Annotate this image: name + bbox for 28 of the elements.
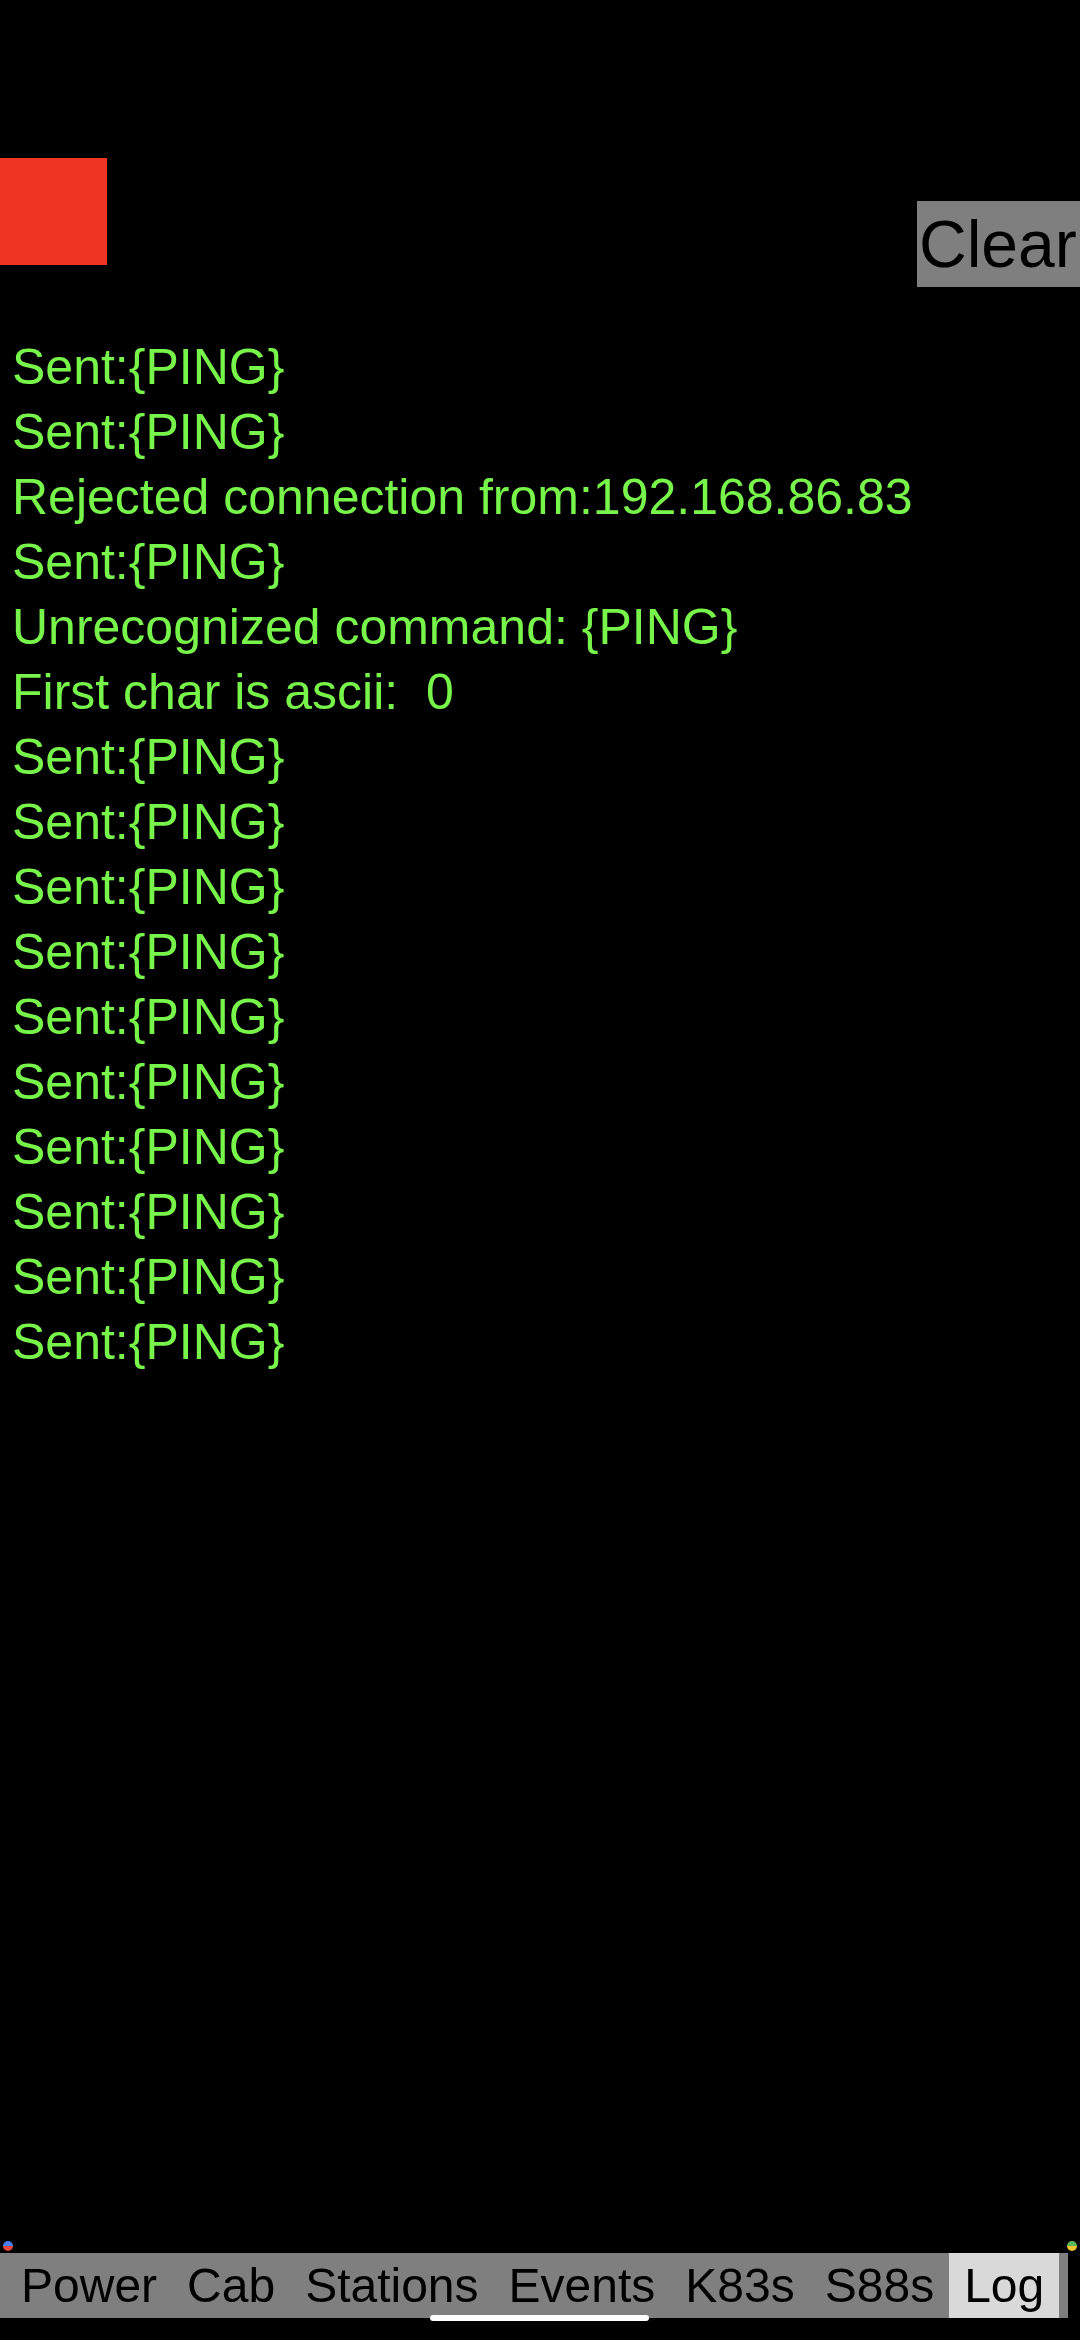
tab[interactable]: Log xyxy=(949,2253,1060,2318)
tab[interactable]: Stations xyxy=(290,2253,494,2318)
log-line: Sent:{PING} xyxy=(12,793,285,852)
log-line: Sent:{PING} xyxy=(12,988,285,1047)
log-line: Sent:{PING} xyxy=(12,923,285,982)
dot-icon xyxy=(3,2240,13,2251)
tab[interactable]: Events xyxy=(493,2253,671,2318)
log-line: Rejected connection from:192.168.86.83 xyxy=(12,468,913,527)
log-line: Sent:{PING} xyxy=(12,858,285,917)
tab[interactable]: S88s xyxy=(809,2253,950,2318)
dot-icon xyxy=(1067,2240,1077,2251)
clear-button[interactable]: Clear xyxy=(917,201,1080,287)
log-line: Sent:{PING} xyxy=(12,338,285,397)
tab[interactable]: Cab xyxy=(172,2253,291,2318)
log-line: Sent:{PING} xyxy=(12,1313,285,1372)
log-line: Sent:{PING} xyxy=(12,1248,285,1307)
tab[interactable]: K83s xyxy=(670,2253,810,2318)
log-line: Unrecognized command: {PING} xyxy=(12,598,738,657)
tab[interactable]: Power xyxy=(6,2253,173,2318)
log-line: Sent:{PING} xyxy=(12,1053,285,1112)
log-line: Sent:{PING} xyxy=(12,403,285,462)
home-indicator[interactable] xyxy=(430,2315,649,2321)
log-line: First char is ascii: 0 xyxy=(12,663,454,722)
log-line: Sent:{PING} xyxy=(12,728,285,787)
log-line: Sent:{PING} xyxy=(12,1118,285,1177)
status-square-icon xyxy=(0,158,107,265)
log-line: Sent:{PING} xyxy=(12,533,285,592)
log-line: Sent:{PING} xyxy=(12,1183,285,1242)
